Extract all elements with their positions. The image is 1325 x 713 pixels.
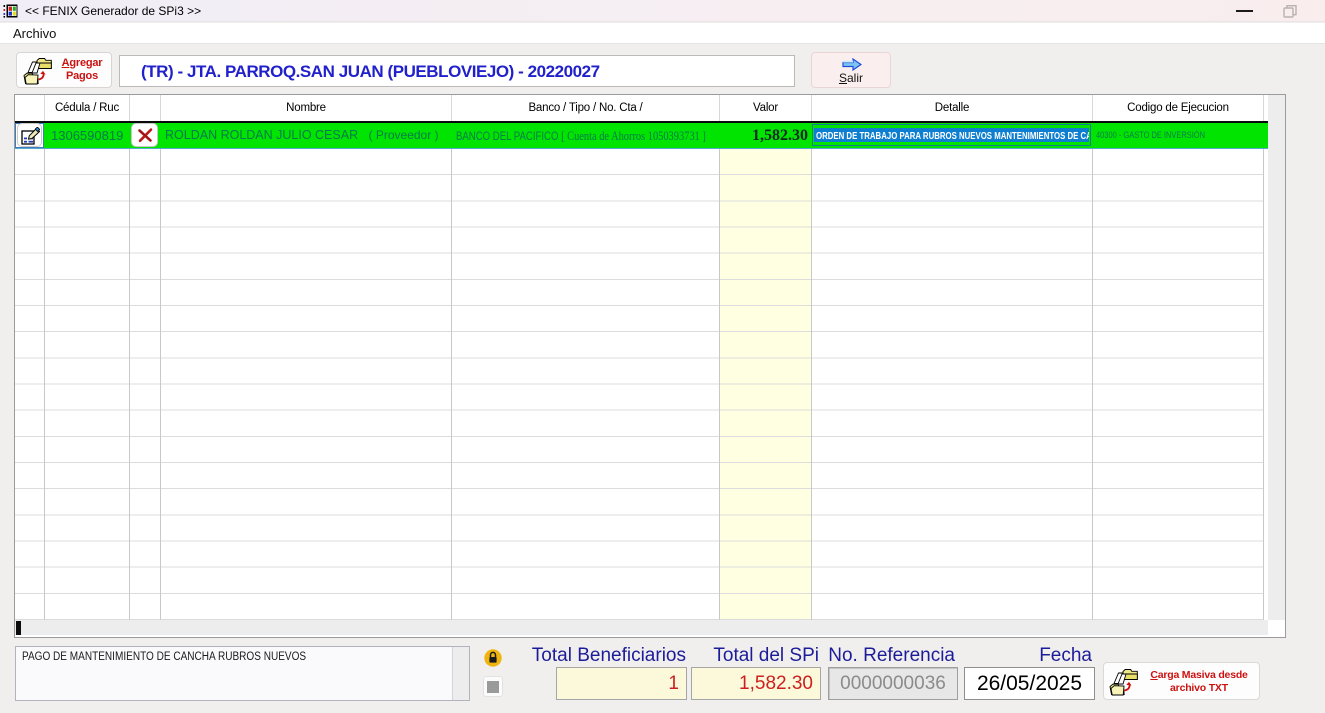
grid-column-line (1092, 121, 1093, 620)
payment-row[interactable]: 1306590819 ROLDAN ROLDAN JULIO CESAR ( P… (15, 121, 1268, 149)
detalle-selected-text: ORDEN DE TRABAJO PARA RUBROS NUEVOS MANT… (816, 128, 1089, 142)
carga-label-line2: archivo TXT (1140, 682, 1258, 695)
restore-icon (1283, 4, 1298, 18)
grid-column-line (451, 121, 452, 620)
total-spi-label: Total del SPi (691, 645, 819, 667)
no-referencia-label: No. Referencia (826, 645, 955, 667)
fecha-value[interactable]: 26/05/2025 (964, 667, 1095, 700)
carga-masiva-label: Carga Masiva desde archivo TXT (1140, 669, 1258, 695)
grid-header-nombre[interactable]: Nombre (161, 95, 452, 121)
grid-header-rowicon[interactable] (15, 95, 45, 121)
codigo-text: 40300 - GASTO DE INVERSIÓN (1096, 123, 1205, 148)
total-beneficiarios-value: 1 (556, 667, 687, 700)
grid-header-banco[interactable]: Banco / Tipo / No. Cta / (452, 95, 720, 121)
grid-column-line (160, 121, 161, 620)
gray-square-icon (487, 681, 499, 693)
carga-label-line1: Carga Masiva desde (1140, 669, 1258, 682)
nombre-text: ROLDAN ROLDAN JULIO CESAR (165, 128, 358, 142)
grid-empty-rows (15, 149, 1264, 620)
lock-icon (484, 649, 502, 667)
banco-detail-text: [ Cuenta de Ahorros 1050393731 ] (561, 128, 706, 143)
detalle-selection: ORDEN DE TRABAJO PARA RUBROS NUEVOS MANT… (814, 128, 1089, 142)
edit-record-button[interactable] (17, 123, 42, 147)
no-referencia-value: 0000000036 (828, 667, 958, 700)
grid-header-valor[interactable]: Valor (720, 95, 812, 121)
nombre-cell[interactable]: ROLDAN ROLDAN JULIO CESAR ( Proveedor ) (161, 123, 452, 148)
salir-button[interactable]: Salir (811, 52, 891, 88)
detalle-cell[interactable]: ORDEN DE TRABAJO PARA RUBROS NUEVOS MANT… (812, 123, 1093, 148)
memo-text: PAGO DE MANTENIMIENTO DE CANCHA RUBROS N… (22, 651, 306, 663)
menu-archivo[interactable]: Archivo (9, 25, 60, 42)
grid-column-line (44, 121, 45, 620)
grid-header-cedula[interactable]: Cédula / Ruc (45, 95, 130, 121)
grid-column-line (1263, 121, 1264, 620)
carga-masiva-folder-icon (1109, 667, 1139, 697)
spi-title-input[interactable]: (TR) - JTA. PARROQ.SAN JUAN (PUEBLOVIEJO… (119, 55, 795, 87)
salir-label: Salir (812, 71, 890, 85)
payments-grid: Cédula / Ruc NombreBanco / Tipo / No. Cta… (14, 94, 1286, 638)
valor-column-strip (720, 149, 812, 620)
edit-record-icon (21, 127, 40, 145)
fecha-label: Fecha (964, 645, 1092, 667)
banco-text: BANCO DEL PACIFICO (456, 129, 558, 143)
add-payments-folder-icon (23, 56, 53, 86)
agregar-label-line2: Pagos (53, 70, 111, 83)
row-select-cell (15, 123, 44, 148)
memo-scrollbar[interactable] (452, 647, 469, 700)
menu-bar: Archivo (0, 23, 1325, 44)
total-beneficiarios-label: Total Beneficiarios (519, 645, 686, 667)
grid-column-line (811, 121, 812, 620)
gray-square-button[interactable] (483, 676, 503, 697)
grid-column-line (719, 121, 720, 620)
spi-title-value: (TR) - JTA. PARROQ.SAN JUAN (PUEBLOVIEJO… (141, 62, 600, 82)
valor-cell[interactable]: 1,582.30 (720, 123, 812, 148)
minimize-button[interactable] (1222, 0, 1267, 21)
detalle-edit-box[interactable]: ORDEN DE TRABAJO PARA RUBROS NUEVOS MANT… (812, 124, 1091, 146)
codigo-cell[interactable]: 40300 - GASTO DE INVERSIÓN (1093, 123, 1267, 148)
delete-row-button[interactable] (131, 123, 158, 147)
nombre-suffix-text: ( Proveedor ) (369, 128, 439, 142)
app-icon (3, 3, 19, 19)
restore-button[interactable] (1270, 0, 1315, 21)
exit-arrow-icon (842, 58, 862, 71)
grid-header-row: Cédula / Ruc NombreBanco / Tipo / No. Cta… (15, 95, 1285, 121)
cedula-cell[interactable]: 1306590819 (45, 123, 130, 148)
minimize-icon (1236, 10, 1253, 12)
grid-header-delete[interactable] (130, 95, 161, 121)
banco-cell[interactable]: BANCO DEL PACIFICO [ Cuenta de Ahorros 1… (452, 123, 720, 148)
carga-masiva-button[interactable]: Carga Masiva desde archivo TXT (1103, 662, 1260, 700)
grid-header-detalle[interactable]: Detalle (812, 95, 1093, 121)
agregar-label-line1: Agregar (53, 57, 111, 70)
payment-description-memo[interactable]: PAGO DE MANTENIMIENTO DE CANCHA RUBROS N… (15, 646, 470, 701)
title-bar: << FENIX Generador de SPi3 >> (0, 0, 1325, 22)
delete-x-icon (137, 127, 154, 144)
grid-column-line (129, 121, 130, 620)
agregar-pagos-button[interactable]: Agregar Pagos (16, 52, 112, 88)
window-title: << FENIX Generador de SPi3 >> (25, 3, 201, 19)
delete-cell (130, 123, 161, 148)
horizontal-scrollbar-thumb[interactable] (16, 621, 21, 635)
total-spi-value: 1,582.30 (691, 667, 821, 700)
agregar-pagos-label: Agregar Pagos (53, 57, 111, 83)
grid-vertical-scrollbar[interactable] (1268, 95, 1285, 620)
grid-horizontal-scrollbar[interactable] (15, 620, 1268, 635)
grid-header-codigo[interactable]: Codigo de Ejecucion (1093, 95, 1264, 121)
